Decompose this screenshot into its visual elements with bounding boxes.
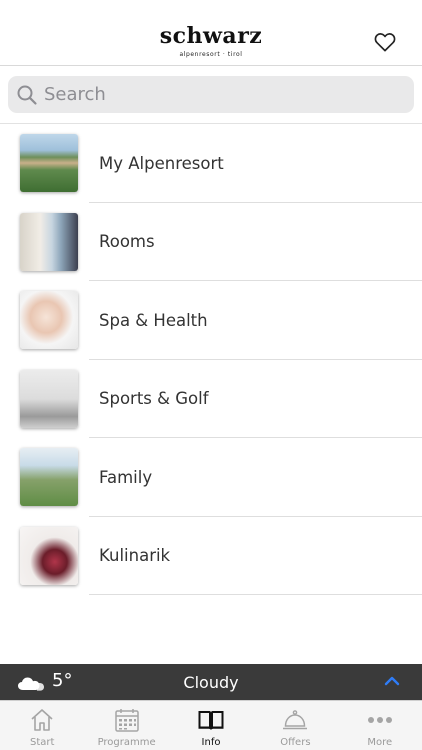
calendar-icon [114,709,139,732]
list-item-family[interactable]: Family [0,438,422,517]
chevron-up-icon[interactable] [384,675,400,687]
heart-icon[interactable] [374,32,396,52]
search-bar[interactable] [8,76,414,113]
tab-offers[interactable]: Offers [253,701,337,750]
list-item-label: Spa & Health [99,310,208,330]
service-bell-icon [283,710,308,730]
tab-label: Programme [97,737,156,748]
resort-logo: schwarz alpenresort · tirol [0,24,422,59]
list-item-my-alpenresort[interactable]: My Alpenresort [0,124,422,203]
weather-condition: Cloudy [183,673,239,692]
list-item-label: Sports & Golf [99,389,209,409]
kulinarik-image [20,526,78,585]
list-item-sports-golf[interactable]: Sports & Golf [0,360,422,439]
app-header: schwarz alpenresort · tirol [0,0,422,66]
tab-info[interactable]: Info [169,701,253,750]
book-icon [198,711,224,730]
logo-tagline: alpenresort · tirol [179,51,243,58]
tab-more[interactable]: More [338,701,422,750]
list-item-label: Kulinarik [99,546,171,566]
info-list: My Alpenresort Rooms Spa & Health Sports… [0,124,422,595]
home-icon [31,709,53,731]
tab-label: Offers [280,737,311,748]
logo-wordmark: schwarz [159,23,263,49]
tab-label: More [367,737,393,748]
weather-bar[interactable]: 5° Cloudy [0,664,422,700]
bottom-tab-bar: Start Programme Info Offers More [0,700,422,750]
more-dots-icon [367,717,392,723]
search-icon [17,85,37,105]
tab-label: Start [29,737,55,748]
sports-image [20,369,78,428]
list-item-spa-health[interactable]: Spa & Health [0,281,422,360]
family-image [20,448,78,507]
list-item-label: Rooms [99,232,155,252]
list-item-label: Family [99,467,153,487]
list-item-kulinarik[interactable]: Kulinarik [0,517,422,596]
search-section [0,66,422,124]
list-item-label: My Alpenresort [99,153,224,173]
tab-programme[interactable]: Programme [84,701,168,750]
room-image [20,212,78,271]
tab-label: Info [201,737,221,748]
search-input[interactable] [44,84,384,105]
spa-image [20,291,78,350]
list-item-rooms[interactable]: Rooms [0,203,422,282]
resort-image [20,134,78,193]
tab-start[interactable]: Start [0,701,84,750]
